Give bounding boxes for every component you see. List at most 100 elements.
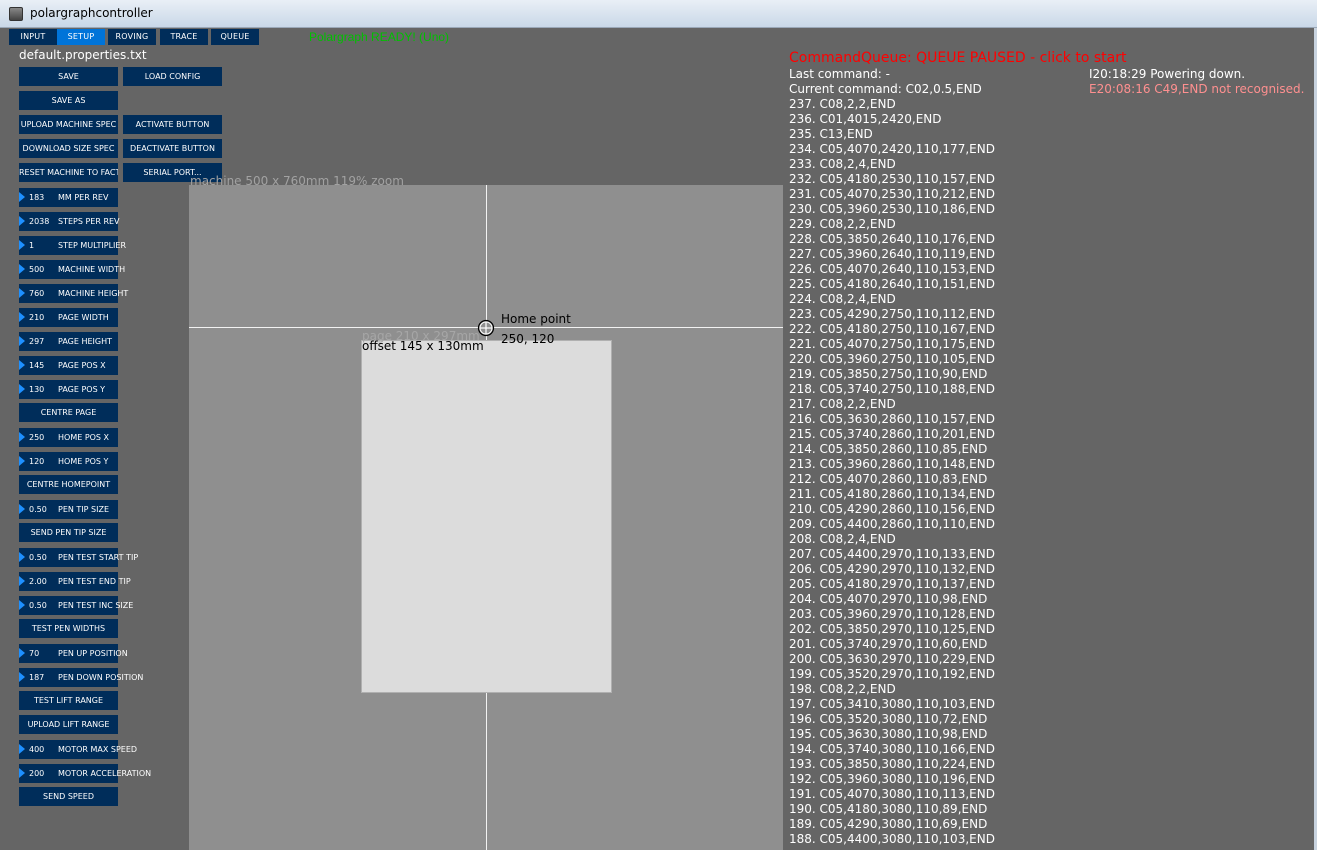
increment-arrow-icon: [19, 744, 25, 754]
control-value: 250: [29, 433, 45, 442]
upload-machine-spec-button[interactable]: UPLOAD MACHINE SPEC: [19, 115, 118, 134]
steps-per-rev-control[interactable]: 2038 STEPS PER REV: [19, 212, 120, 231]
save-button[interactable]: SAVE: [19, 67, 118, 86]
step-multiplier-control[interactable]: 1 STEP MULTIPLIER: [19, 236, 126, 255]
queue-item: 193. C05,3850,3080,110,224,END: [789, 757, 995, 771]
control-value: 145: [29, 361, 45, 370]
home-point-crosshair-icon[interactable]: [477, 319, 495, 337]
activate-button-button[interactable]: ACTIVATE BUTTON: [123, 115, 222, 134]
home-pos-x-control[interactable]: 250 HOME POS X: [19, 428, 118, 447]
test-lift-range-button[interactable]: TEST LIFT RANGE: [19, 691, 118, 710]
control-value: 0.50: [29, 505, 47, 514]
command-queue-list: 237. C08,2,2,END 236. C01,4015,2420,END 23…: [789, 97, 1309, 847]
send-speed-button[interactable]: SEND SPEED: [19, 787, 118, 806]
machine-width-control[interactable]: 500 MACHINE WIDTH: [19, 260, 125, 279]
pen-down-position-control[interactable]: 187 PEN DOWN POSITION: [19, 668, 143, 687]
queue-item: 208. C08,2,4,END: [789, 532, 896, 546]
centre-page-button[interactable]: CENTRE PAGE: [19, 403, 118, 422]
page-height-control[interactable]: 297 PAGE HEIGHT: [19, 332, 118, 351]
tab-input[interactable]: INPUT: [9, 29, 57, 45]
queue-item: 200. C05,3630,2970,110,229,END: [789, 652, 995, 666]
queue-item: 224. C08,2,4,END: [789, 292, 896, 306]
queue-item: 229. C08,2,2,END: [789, 217, 896, 231]
pen-up-position-control[interactable]: 70 PEN UP POSITION: [19, 644, 128, 663]
queue-item: 213. C05,3960,2860,110,148,END: [789, 457, 995, 471]
increment-arrow-icon: [19, 240, 25, 250]
control-label: PAGE HEIGHT: [58, 337, 112, 346]
save-as-button[interactable]: SAVE AS: [19, 91, 118, 110]
send-pen-tip-size-button[interactable]: SEND PEN TIP SIZE: [19, 523, 118, 542]
queue-item: 216. C05,3630,2860,110,157,END: [789, 412, 995, 426]
queue-item: 226. C05,4070,2640,110,153,END: [789, 262, 995, 276]
tab-queue[interactable]: QUEUE: [211, 29, 259, 45]
page-pos-x-control[interactable]: 145 PAGE POS X: [19, 356, 118, 375]
tab-setup[interactable]: SETUP: [57, 29, 105, 45]
page-rectangle[interactable]: [361, 340, 612, 693]
queue-item: 211. C05,4180,2860,110,134,END: [789, 487, 995, 501]
page-width-control[interactable]: 210 PAGE WIDTH: [19, 308, 118, 327]
increment-arrow-icon: [19, 216, 25, 226]
control-label: PEN TEST END TIP: [58, 577, 131, 586]
machine-height-control[interactable]: 760 MACHINE HEIGHT: [19, 284, 128, 303]
queue-item: 228. C05,3850,2640,110,176,END: [789, 232, 995, 246]
page-pos-y-control[interactable]: 130 PAGE POS Y: [19, 380, 118, 399]
tab-roving[interactable]: ROVING: [108, 29, 156, 45]
reset-machine-button[interactable]: RESET MACHINE TO FACTORY: [19, 163, 118, 182]
increment-arrow-icon: [19, 672, 25, 682]
control-value: 183: [29, 193, 45, 202]
queue-item: 206. C05,4290,2970,110,132,END: [789, 562, 995, 576]
pen-test-start-tip-control[interactable]: 0.50 PEN TEST START TIP: [19, 548, 138, 567]
queue-item: 196. C05,3520,3080,110,72,END: [789, 712, 988, 726]
control-value: 760: [29, 289, 45, 298]
control-label: PEN UP POSITION: [58, 649, 128, 658]
control-value: 500: [29, 265, 45, 274]
control-value: 120: [29, 457, 45, 466]
title-bar: polargraphcontroller: [0, 0, 1317, 28]
increment-arrow-icon: [19, 264, 25, 274]
control-label: STEP MULTIPLIER: [58, 241, 126, 250]
motor-max-speed-control[interactable]: 400 MOTOR MAX SPEED: [19, 740, 137, 759]
tab-trace[interactable]: TRACE: [160, 29, 208, 45]
control-label: PAGE POS Y: [58, 385, 106, 394]
download-size-spec-button[interactable]: DOWNLOAD SIZE SPEC: [19, 139, 118, 158]
queue-item: 236. C01,4015,2420,END: [789, 112, 942, 126]
queue-item: 231. C05,4070,2530,110,212,END: [789, 187, 995, 201]
mm-per-rev-control[interactable]: 183 MM PER REV: [19, 188, 118, 207]
control-value: 400: [29, 745, 45, 754]
queue-item: 203. C05,3960,2970,110,128,END: [789, 607, 995, 621]
queue-item: 195. C05,3630,3080,110,98,END: [789, 727, 988, 741]
control-label: MACHINE HEIGHT: [58, 289, 129, 298]
control-value: 1: [29, 241, 35, 250]
control-label: MOTOR MAX SPEED: [58, 745, 138, 754]
control-value: 0.50: [29, 553, 47, 562]
queue-item: 189. C05,4290,3080,110,69,END: [789, 817, 988, 831]
window-title: polargraphcontroller: [30, 6, 153, 20]
load-config-button[interactable]: LOAD CONFIG: [123, 67, 222, 86]
control-label: MACHINE WIDTH: [58, 265, 126, 274]
queue-item: 227. C05,3960,2640,110,119,END: [789, 247, 995, 261]
queue-item: 233. C08,2,4,END: [789, 157, 896, 171]
increment-arrow-icon: [19, 504, 25, 514]
motor-acceleration-control[interactable]: 200 MOTOR ACCELERATION: [19, 764, 151, 783]
queue-item: 197. C05,3410,3080,110,103,END: [789, 697, 995, 711]
increment-arrow-icon: [19, 312, 25, 322]
upload-lift-range-button[interactable]: UPLOAD LIFT RANGE: [19, 715, 118, 734]
test-pen-widths-button[interactable]: TEST PEN WIDTHS: [19, 619, 118, 638]
console-info-message: I20:18:29 Powering down.: [1089, 67, 1246, 81]
home-point-label: Home point: [501, 312, 571, 326]
home-pos-y-control[interactable]: 120 HOME POS Y: [19, 452, 118, 471]
pen-test-end-tip-control[interactable]: 2.00 PEN TEST END TIP: [19, 572, 131, 591]
pen-test-inc-size-control[interactable]: 0.50 PEN TEST INC SIZE: [19, 596, 133, 615]
deactivate-button-button[interactable]: DEACTIVATE BUTTON: [123, 139, 222, 158]
queue-item: 202. C05,3850,2970,110,125,END: [789, 622, 995, 636]
queue-item: 221. C05,4070,2750,110,175,END: [789, 337, 995, 351]
queue-status-header[interactable]: CommandQueue: QUEUE PAUSED - click to st…: [789, 50, 1126, 66]
pen-tip-size-control[interactable]: 0.50 PEN TIP SIZE: [19, 500, 118, 519]
queue-item: 207. C05,4400,2970,110,133,END: [789, 547, 995, 561]
control-label: STEPS PER REV: [58, 217, 120, 226]
control-label: PAGE POS X: [58, 361, 106, 370]
queue-item: 205. C05,4180,2970,110,137,END: [789, 577, 995, 591]
centre-homepoint-button[interactable]: CENTRE HOMEPOINT: [19, 475, 118, 494]
control-label: PEN DOWN POSITION: [58, 673, 144, 682]
queue-item: 225. C05,4180,2640,110,151,END: [789, 277, 995, 291]
